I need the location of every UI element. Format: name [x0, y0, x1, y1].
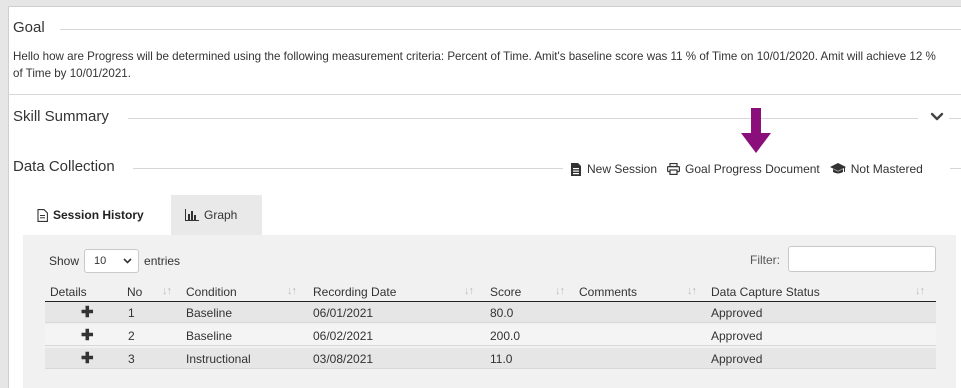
tab-graph[interactable]: Graph	[171, 195, 262, 235]
tab-session-history[interactable]: Session History	[23, 195, 169, 235]
header-recording-date[interactable]: Recording Date	[313, 285, 396, 299]
cell-no: 1	[128, 306, 135, 320]
cell-status: Approved	[711, 352, 763, 366]
filter-input[interactable]	[788, 246, 936, 272]
tab-graph-label: Graph	[204, 208, 238, 222]
table-row: ✚ 2 Baseline 06/02/2021 200.0 Approved	[45, 325, 936, 346]
goal-title: Goal	[13, 19, 45, 36]
data-collection-divider	[133, 168, 563, 169]
bar-chart-icon	[185, 209, 199, 221]
cell-score: 80.0	[490, 306, 514, 320]
cell-recording-date: 06/01/2021	[313, 306, 374, 320]
sort-icon[interactable]: ↓↑	[162, 285, 172, 297]
show-label: Show	[49, 254, 80, 268]
cell-condition: Baseline	[186, 329, 233, 343]
goal-progress-document-button[interactable]: Goal Progress Document	[667, 162, 820, 176]
table-row: ✚ 1 Baseline 06/01/2021 80.0 Approved	[45, 302, 936, 323]
header-details[interactable]: Details	[50, 285, 87, 299]
data-collection-actions: New Session Goal Progress Document Not M…	[570, 161, 923, 177]
cell-recording-date: 03/08/2021	[313, 352, 374, 366]
graduation-cap-icon	[829, 163, 846, 174]
cell-status: Approved	[711, 329, 763, 343]
document-outline-icon	[37, 208, 48, 222]
table-row: ✚ 3 Instructional 03/08/2021 11.0 Approv…	[45, 348, 936, 369]
skill-summary-divider	[128, 118, 918, 119]
sort-icon[interactable]: ↓↑	[464, 285, 474, 297]
cell-recording-date: 06/02/2021	[313, 329, 374, 343]
tab-session-history-label: Session History	[53, 208, 144, 222]
expand-row-icon[interactable]: ✚	[81, 326, 94, 344]
data-collection-divider-end	[950, 168, 961, 169]
cell-score: 11.0	[490, 352, 513, 366]
cell-no: 2	[128, 329, 135, 343]
header-no[interactable]: No	[127, 285, 142, 299]
goal-section-border	[8, 94, 961, 95]
document-icon	[571, 162, 581, 176]
not-mastered-button[interactable]: Not Mastered	[829, 162, 923, 176]
header-data-capture-status[interactable]: Data Capture Status	[711, 285, 820, 299]
expand-row-icon[interactable]: ✚	[81, 349, 94, 367]
sort-icon[interactable]: ↓↑	[687, 285, 697, 297]
sort-icon[interactable]: ↓↑	[555, 285, 565, 297]
not-mastered-label: Not Mastered	[850, 162, 923, 176]
print-icon	[667, 163, 681, 175]
chevron-down-icon[interactable]	[930, 110, 944, 124]
goal-description: Hello how are Progress will be determine…	[13, 50, 936, 80]
entries-label: entries	[144, 254, 181, 268]
entries-select-value: 10	[94, 255, 107, 267]
cell-condition: Instructional	[186, 352, 251, 366]
page-length-control: Show 10 entries	[49, 249, 181, 273]
annotation-arrow-icon	[741, 108, 771, 153]
sort-icon[interactable]: ↓↑	[915, 285, 925, 297]
data-collection-title: Data Collection	[13, 158, 115, 175]
new-session-label: New Session	[587, 162, 658, 176]
filter-label: Filter:	[750, 253, 780, 267]
header-score[interactable]: Score	[490, 285, 521, 299]
header-comments[interactable]: Comments	[579, 285, 637, 299]
goal-progress-document-label: Goal Progress Document	[685, 162, 820, 176]
new-session-button[interactable]: New Session	[570, 162, 657, 176]
expand-row-icon[interactable]: ✚	[81, 303, 94, 321]
goal-divider	[60, 29, 961, 30]
sort-icon[interactable]: ↓↑	[287, 285, 297, 297]
cell-condition: Baseline	[186, 306, 233, 320]
chevron-down-icon	[123, 258, 132, 264]
entries-select[interactable]: 10	[84, 249, 140, 273]
skill-summary-divider-end	[949, 118, 961, 119]
cell-status: Approved	[711, 306, 763, 320]
skill-summary-title[interactable]: Skill Summary	[13, 108, 109, 125]
cell-no: 3	[128, 352, 135, 366]
cell-score: 200.0	[490, 329, 521, 343]
header-condition[interactable]: Condition	[186, 285, 237, 299]
